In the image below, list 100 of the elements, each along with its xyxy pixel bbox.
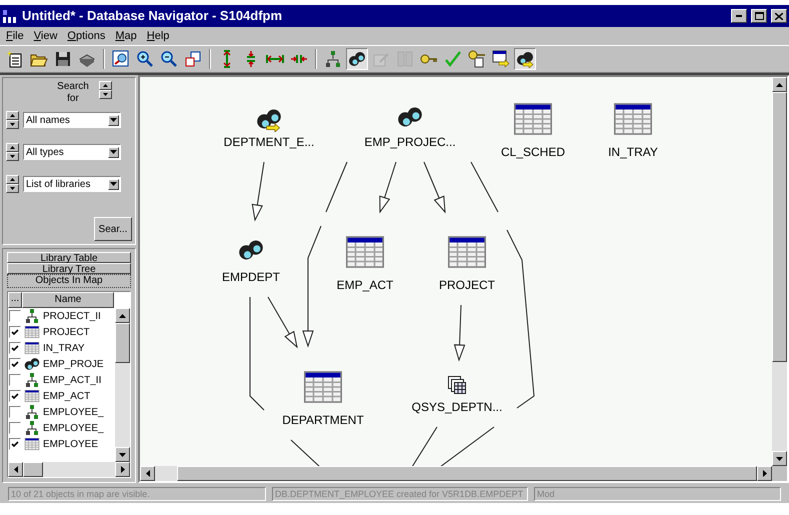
key-document-icon [468, 50, 486, 68]
left-arrow-icon [14, 466, 18, 473]
status-text: 10 of 21 objects in map are visible. [8, 487, 266, 501]
node-label[interactable]: IN_TRAY [608, 143, 658, 161]
spin-down-button[interactable] [6, 184, 19, 193]
search-button[interactable]: Sear... [94, 217, 132, 241]
node-label[interactable]: DEPARTMENT [282, 411, 364, 429]
vertical-scrollbar[interactable] [772, 77, 787, 466]
scroll-button[interactable] [115, 447, 130, 462]
scroll-button[interactable] [772, 451, 787, 466]
down-arrow-icon [10, 155, 15, 158]
spin-down-button[interactable] [6, 120, 19, 129]
menu-item[interactable]: File [2, 28, 28, 44]
column-header[interactable]: Name [22, 292, 114, 308]
node-label[interactable]: EMP_ACT [336, 276, 394, 294]
table-icon [614, 103, 652, 135]
node-label[interactable]: EMPDEPT [222, 268, 280, 286]
zoom-in-icon [136, 50, 154, 68]
object-name[interactable]: PROJECT_II [43, 308, 101, 324]
connector-line [326, 162, 348, 212]
object-name[interactable]: EMPLOYEE_ [43, 404, 104, 420]
close-button[interactable] [771, 9, 787, 23]
scroll-thumb[interactable] [115, 323, 130, 363]
check-mark-icon [11, 344, 19, 352]
table-icon [346, 236, 384, 268]
down-arrow-icon [776, 456, 783, 460]
minimize-icon [736, 15, 742, 17]
table-icon [24, 326, 40, 338]
filter-dropdown[interactable]: All names [23, 112, 121, 128]
spin-up-button[interactable] [99, 81, 112, 90]
scroll-button[interactable] [115, 308, 130, 323]
node-label[interactable]: PROJECT [439, 276, 495, 294]
scroll-thumb[interactable] [23, 462, 43, 477]
connector-line [290, 440, 320, 466]
scroll-button[interactable] [140, 466, 155, 481]
node-label[interactable]: CL_SCHED [500, 143, 566, 161]
hierarchy-icon [25, 373, 39, 387]
down-arrow-icon [10, 123, 15, 126]
connector-line [440, 426, 494, 466]
maximize-button[interactable] [751, 9, 767, 23]
spin-up-button[interactable] [6, 143, 19, 152]
status-text: Mod [534, 487, 781, 501]
binoculars-icon [24, 356, 40, 372]
scroll-button[interactable] [8, 462, 23, 477]
panel-tab[interactable]: Objects In Map [7, 274, 131, 288]
panel-tab[interactable]: Library Table [7, 252, 131, 263]
check-icon [444, 50, 462, 68]
toolbar-button[interactable] [514, 48, 536, 70]
object-name[interactable]: EMP_ACT [43, 388, 90, 404]
menu-item[interactable]: View [30, 28, 62, 44]
close-icon [775, 12, 783, 20]
search-label: Search for [56, 81, 90, 105]
object-name[interactable]: EMP_PROJE [43, 356, 104, 372]
vertical-scrollbar[interactable] [115, 308, 130, 462]
scroll-button[interactable] [115, 462, 130, 477]
spin-down-button[interactable] [6, 152, 19, 161]
panel-tab[interactable]: Library Tree [7, 263, 131, 274]
scroll-thumb[interactable] [772, 92, 787, 362]
connector-arrow [379, 162, 396, 214]
table-icon [304, 371, 342, 403]
column-header[interactable]: ... [8, 292, 22, 308]
check-mark-icon [11, 392, 19, 400]
right-arrow-icon [120, 466, 124, 473]
object-name[interactable]: EMPLOYEE_ [43, 420, 104, 436]
spin-up-button[interactable] [6, 111, 19, 120]
toolbar-button[interactable] [466, 48, 488, 70]
window-title: Untitled* - Database Navigator - S104dfpm [22, 7, 284, 26]
toolbar-button[interactable] [490, 48, 512, 70]
object-name[interactable]: PROJECT [43, 324, 90, 340]
menu-item[interactable]: Options [63, 28, 110, 44]
filter-dropdown[interactable]: List of libraries [23, 176, 121, 192]
horizontal-scrollbar[interactable] [8, 462, 130, 477]
scroll-button[interactable] [757, 466, 772, 481]
table-icon [448, 236, 486, 268]
node-label[interactable]: DEPTMENT_E... [224, 133, 314, 151]
connector-arrow [454, 304, 466, 362]
minimize-button[interactable] [731, 9, 747, 23]
table-icon [24, 342, 40, 354]
windows-icon [184, 50, 202, 68]
maximize-icon [754, 12, 764, 20]
spin-down-button[interactable] [99, 90, 112, 99]
node-label[interactable]: EMP_PROJEC... [364, 133, 456, 151]
binoculars-icon [348, 50, 366, 68]
check-mark-icon [11, 440, 19, 448]
object-name[interactable]: EMPLOYEE [43, 436, 98, 452]
table-arrow-icon [492, 50, 510, 68]
node-label[interactable]: QSYS_DEPTN... [412, 398, 502, 416]
filter-dropdown[interactable]: All types [23, 144, 121, 160]
table-icon [514, 103, 552, 135]
menu-item[interactable]: Help [142, 28, 174, 44]
zoom-out-icon [160, 50, 178, 68]
spin-up-button[interactable] [6, 175, 19, 184]
down-arrow-icon [119, 452, 126, 456]
toolbar-button[interactable] [346, 48, 368, 70]
object-name[interactable]: IN_TRAY [43, 340, 84, 356]
scroll-button[interactable] [772, 77, 787, 92]
object-name[interactable]: EMP_ACT_II [43, 372, 102, 388]
connector-line [470, 162, 498, 212]
down-arrow-icon [103, 93, 108, 96]
menu-item[interactable]: Map [111, 28, 141, 44]
